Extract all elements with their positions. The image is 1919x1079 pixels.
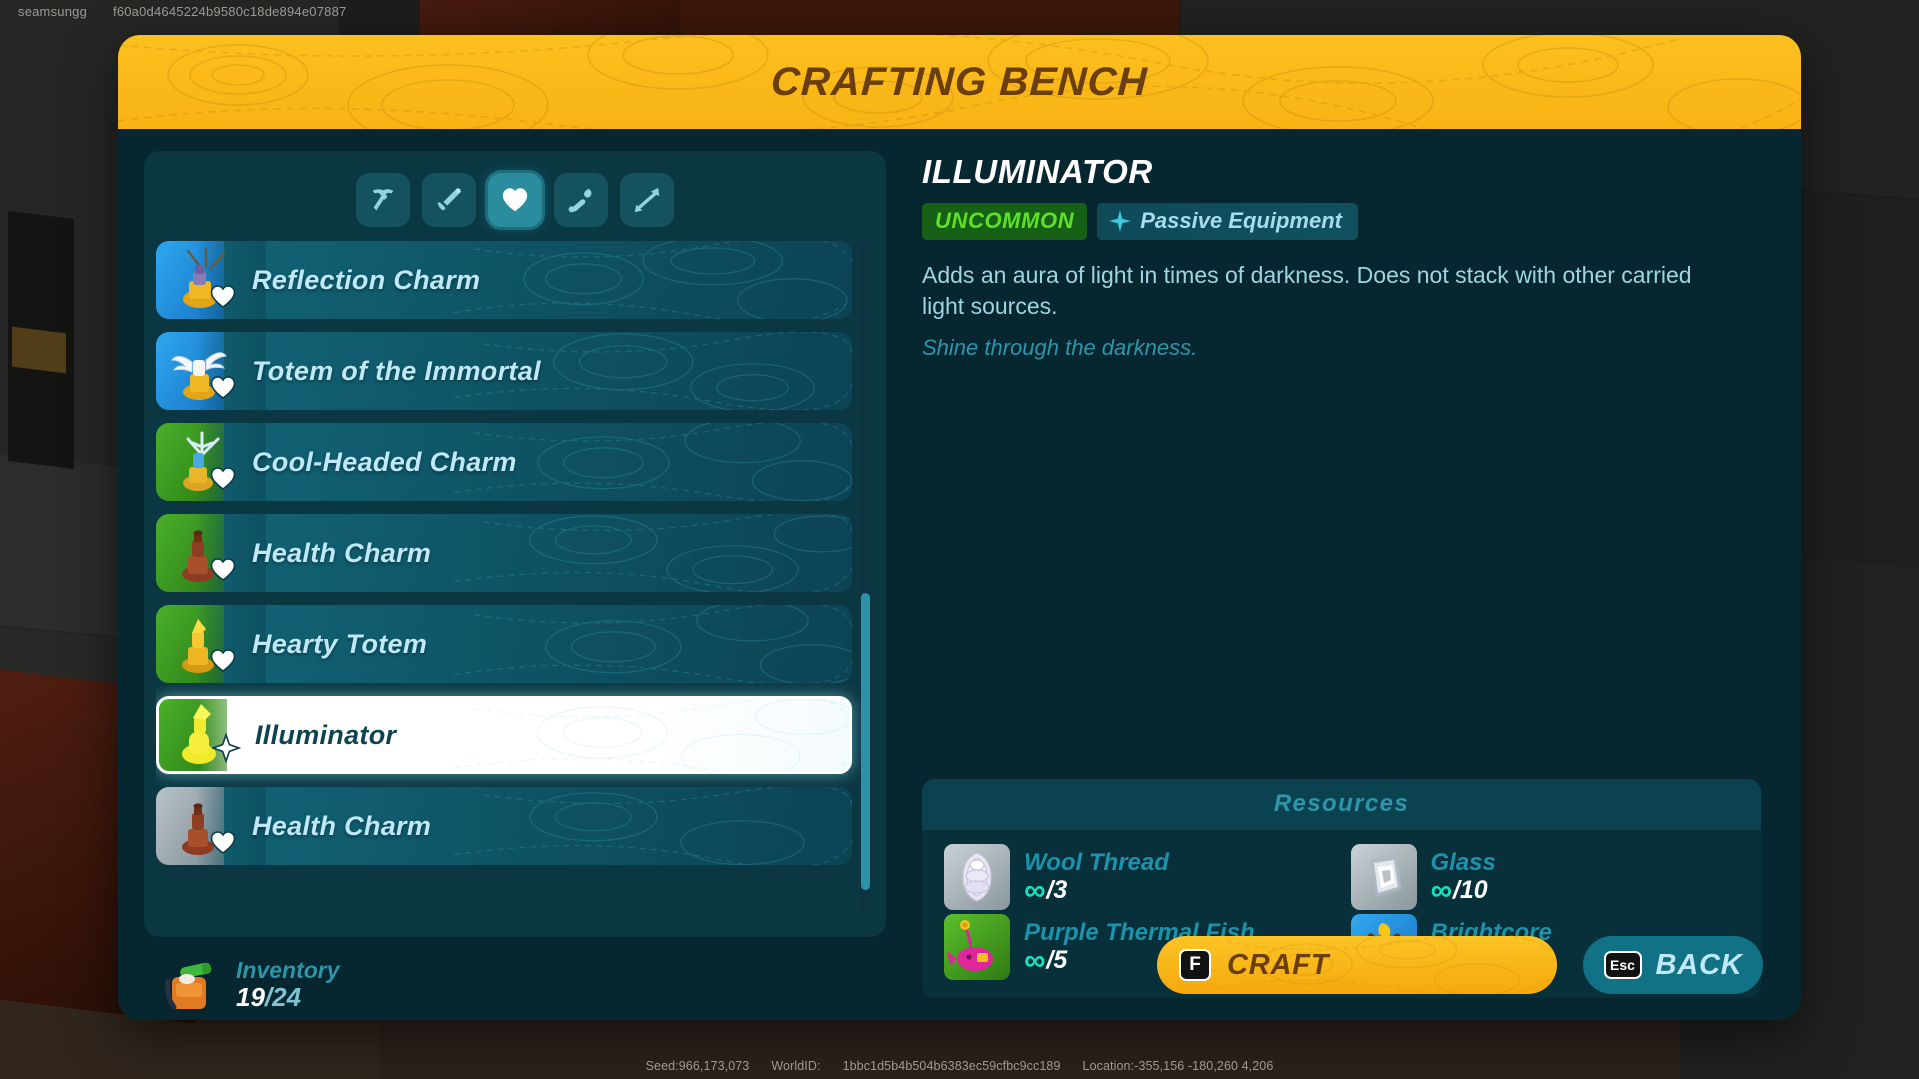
inventory-max: /24 — [264, 982, 302, 1013]
heart-badge — [208, 827, 238, 857]
heart-badge — [208, 645, 238, 675]
list-item[interactable]: Health Charm — [156, 514, 852, 592]
arrow-icon — [634, 187, 660, 213]
resource-count: ∞/10 — [1430, 874, 1496, 908]
detail-panel: Illuminator Uncommon Passive Equipment A… — [886, 151, 1775, 1020]
footer-debug-info: Seed:966,173,073 WorldID: 1bbc1d5b4b504b… — [0, 1059, 1919, 1073]
sword-icon — [437, 187, 462, 211]
item-list-panel: Reflection Charm Totem of the Immortal C… — [144, 151, 886, 937]
resource-have: ∞ — [1024, 944, 1046, 978]
scrollbar-thumb[interactable] — [861, 593, 870, 891]
pickaxe-icon — [372, 189, 394, 211]
resource-text: Wool Thread ∞/3 — [1024, 849, 1169, 906]
watermark-user: seamsungg — [18, 4, 88, 19]
heart-badge — [208, 554, 238, 584]
resource-item: Glass ∞/10 — [1350, 844, 1740, 910]
topographic-pattern — [1216, 936, 1557, 994]
item-label: Illuminator — [255, 719, 397, 750]
resource-name: Wool Thread — [1024, 848, 1169, 876]
detail-tag-row: Uncommon Passive Equipment — [922, 203, 1761, 240]
list-item[interactable]: Hearty Totem — [156, 605, 852, 683]
list-item[interactable]: Cool-Headed Charm — [156, 423, 852, 501]
torch-icon — [568, 188, 592, 213]
resource-count: ∞/3 — [1024, 874, 1169, 908]
list-item[interactable]: Totem of the Immortal — [156, 332, 852, 410]
resource-need: /5 — [1046, 946, 1068, 975]
resource-text: Glass ∞/10 — [1431, 849, 1496, 906]
category-tab-bar — [156, 161, 874, 241]
equipment-type-label: Passive Equipment — [1140, 208, 1342, 233]
footer-location: Location:-355,156 -180,260 4,206 — [1082, 1059, 1274, 1073]
footer-worldid: 1bbc1d5b4b504b6383ec59cfbc9cc189 — [842, 1059, 1061, 1073]
list-scrollbar[interactable] — [861, 243, 870, 917]
craft-button-label: Craft — [1227, 948, 1330, 981]
action-button-row: F Craft Esc Back — [1157, 936, 1763, 994]
page-title: Crafting Bench — [769, 59, 1150, 104]
watermark-hash: f60a0d4645224b9580c18de894e07887 — [113, 4, 347, 19]
list-item[interactable]: Health Charm — [156, 787, 852, 865]
crafting-bench-modal: Crafting Bench — [118, 35, 1801, 1020]
resource-need: /10 — [1452, 876, 1488, 905]
tab-sword[interactable] — [422, 173, 476, 227]
tab-arrow[interactable] — [620, 173, 674, 227]
star-badge — [211, 733, 241, 763]
detail-flavor-text: Shine through the darkness. — [922, 334, 1198, 360]
backpack-icon — [158, 953, 222, 1017]
list-item[interactable]: Reflection Charm — [156, 241, 852, 319]
rarity-badge: Uncommon — [922, 203, 1088, 240]
heart-badge — [208, 463, 238, 493]
item-label: Reflection Charm — [252, 264, 481, 295]
resource-have: ∞ — [1430, 874, 1452, 908]
craft-key-hint: F — [1179, 949, 1211, 981]
footer-seed: Seed:966,173,073 — [645, 1059, 750, 1073]
inventory-text: Inventory 19/24 — [236, 956, 340, 1013]
back-button-label: Back — [1655, 948, 1743, 981]
resource-item: Wool Thread ∞/3 — [944, 844, 1333, 910]
heart-icon — [502, 188, 528, 212]
item-label: Hearty Totem — [252, 628, 428, 659]
detail-item-name: Illuminator — [922, 153, 1153, 190]
resource-have: ∞ — [1024, 874, 1046, 908]
item-label: Cool-Headed Charm — [252, 446, 517, 477]
shell-icon — [944, 844, 1010, 910]
glass-icon — [1350, 844, 1417, 910]
left-column: Reflection Charm Totem of the Immortal C… — [144, 151, 886, 1020]
tab-torch[interactable] — [554, 173, 608, 227]
inventory-count: 19/24 — [236, 983, 340, 1012]
item-label: Health Charm — [252, 810, 432, 841]
back-key-hint: Esc — [1603, 951, 1642, 979]
inventory-current: 19 — [236, 982, 265, 1013]
inventory-status: Inventory 19/24 — [144, 937, 886, 1017]
detail-description: Adds an aura of light in times of darkne… — [922, 262, 1692, 320]
modal-body: Reflection Charm Totem of the Immortal C… — [118, 129, 1801, 1020]
inventory-label: Inventory — [236, 956, 340, 983]
resource-need: /3 — [1046, 876, 1068, 905]
footer-worldid-label: WorldID: — [771, 1059, 821, 1073]
fish-icon — [944, 914, 1010, 980]
item-list[interactable]: Reflection Charm Totem of the Immortal C… — [156, 241, 874, 923]
tab-pickaxe[interactable] — [356, 173, 410, 227]
item-label: Health Charm — [252, 537, 432, 568]
heart-badge — [208, 281, 238, 311]
resources-header: Resources — [922, 779, 1761, 830]
list-item-selected[interactable]: Illuminator — [156, 696, 852, 774]
equipment-type-badge: Passive Equipment — [1097, 203, 1358, 240]
watermark: seamsungg f60a0d4645224b9580c18de894e078… — [18, 4, 346, 19]
modal-header: Crafting Bench — [118, 35, 1801, 129]
tab-charms[interactable] — [488, 173, 542, 227]
sparkle-icon — [1109, 210, 1132, 232]
item-label: Totem of the Immortal — [252, 355, 541, 386]
craft-button[interactable]: F Craft — [1157, 936, 1557, 994]
heart-badge — [208, 372, 238, 402]
resource-name: Glass — [1430, 848, 1496, 876]
back-button[interactable]: Esc Back — [1583, 936, 1763, 994]
